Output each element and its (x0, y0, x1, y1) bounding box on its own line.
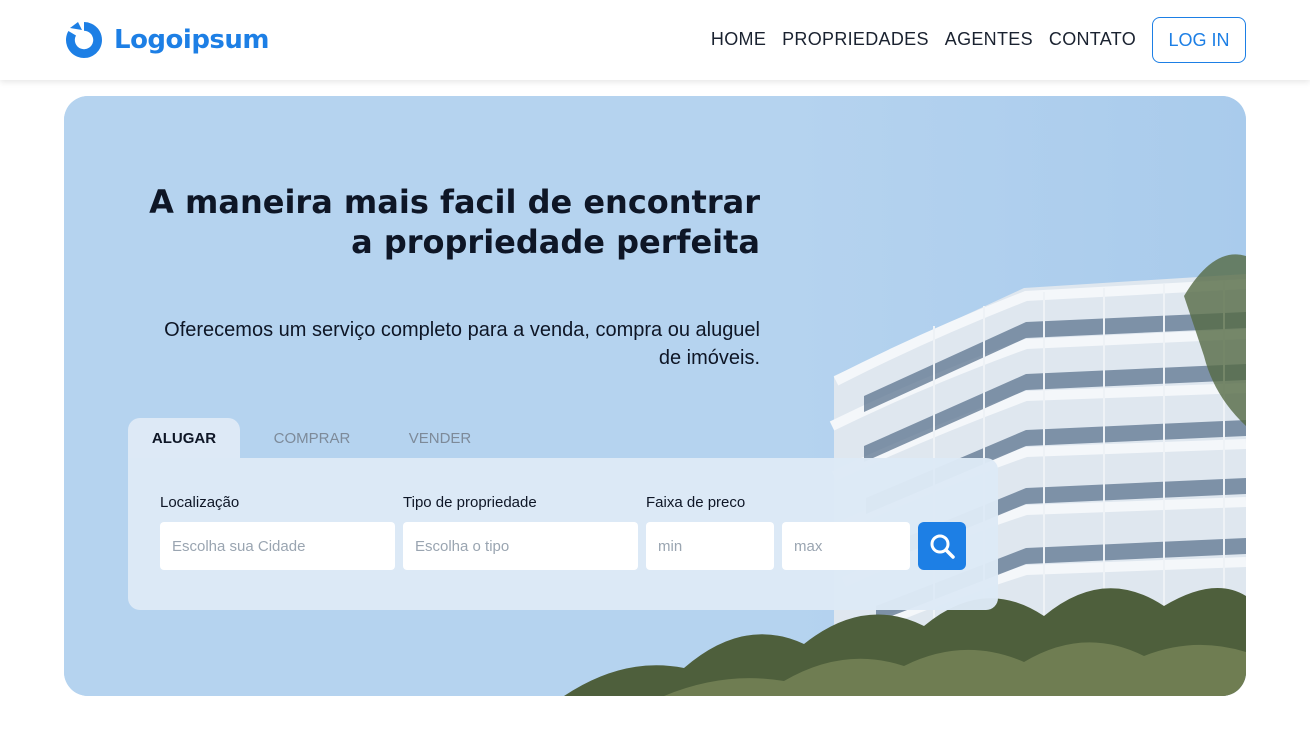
location-label: Localização (160, 494, 240, 511)
nav-home[interactable]: HOME (711, 24, 766, 54)
tab-vender[interactable]: VENDER (384, 418, 496, 458)
property-type-label: Tipo de propriedade (403, 494, 537, 511)
logo-text: Logoipsum (114, 25, 270, 55)
price-min-input[interactable] (646, 522, 774, 570)
price-range-label: Faixa de preco (646, 494, 746, 511)
price-max-input[interactable] (782, 522, 910, 570)
logo-link[interactable]: Logoipsum (64, 20, 270, 60)
nav-agentes[interactable]: AGENTES (945, 24, 1033, 54)
site-header: Logoipsum HOME PROPRIEDADES AGENTES CONT… (0, 0, 1310, 80)
search-tabs: ALUGAR COMPRAR VENDER (128, 418, 496, 458)
nav-propriedades[interactable]: PROPRIEDADES (782, 24, 929, 54)
nav-contato[interactable]: CONTATO (1049, 24, 1136, 54)
tab-comprar[interactable]: COMPRAR (240, 418, 384, 458)
search-button[interactable] (918, 522, 966, 570)
logo-mark-icon (65, 22, 102, 58)
hero-subtitle: Oferecemos um serviço completo para a ve… (164, 319, 760, 369)
hero-title: A maneira mais facil de encontrar a prop… (149, 183, 760, 261)
search-icon (930, 534, 955, 559)
property-type-input[interactable] (403, 522, 638, 570)
search-panel: Localização Tipo de propriedade Faixa de… (128, 458, 998, 610)
tab-alugar[interactable]: ALUGAR (128, 418, 240, 458)
login-button[interactable]: LOG IN (1152, 17, 1246, 63)
main-nav: HOME PROPRIEDADES AGENTES CONTATO (711, 24, 1136, 54)
location-input[interactable] (160, 522, 395, 570)
hero-section: A maneira mais facil de encontrar a prop… (64, 96, 1246, 696)
